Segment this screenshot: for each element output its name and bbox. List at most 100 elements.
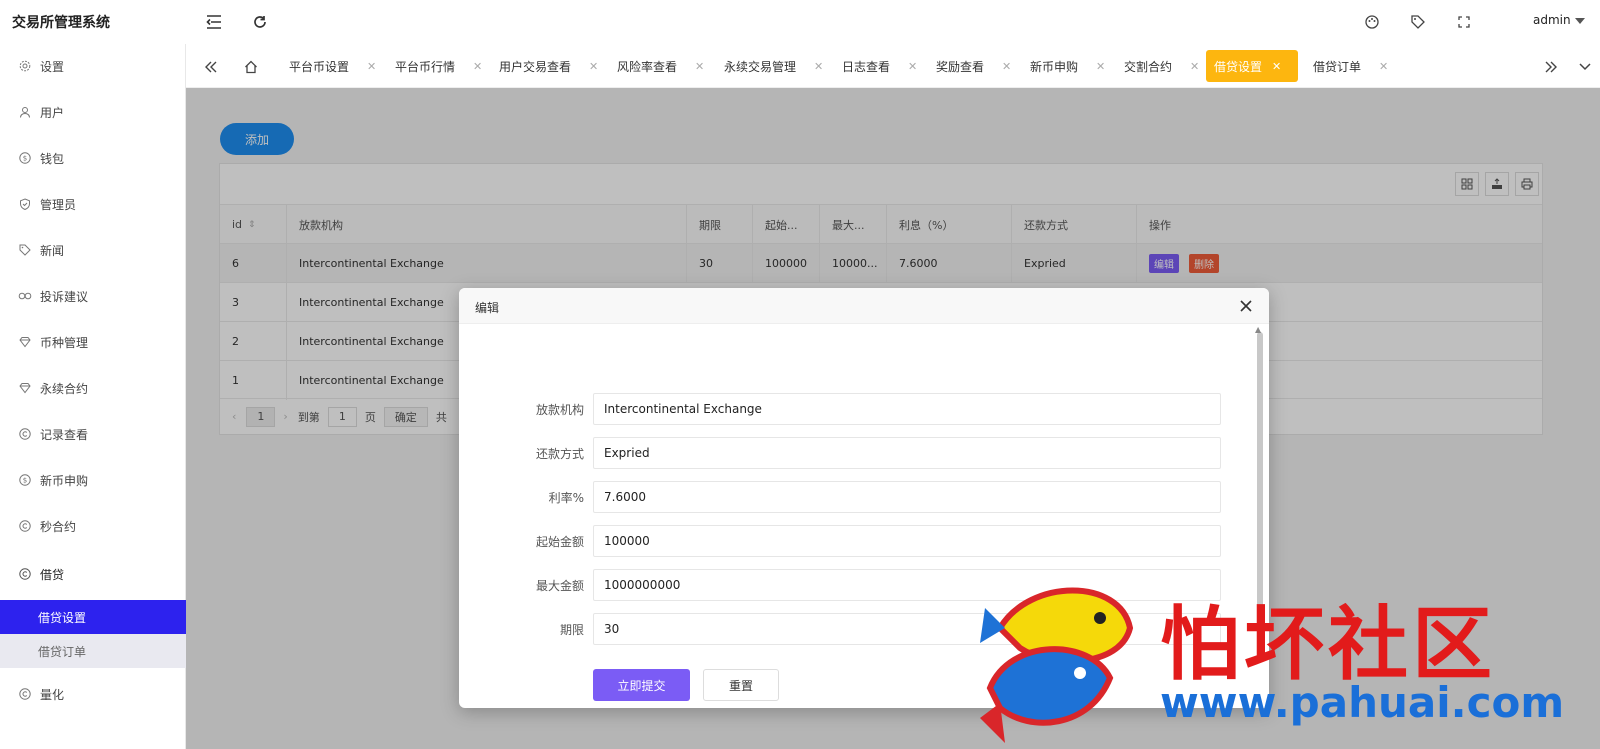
sidebar-item-label: 设置 [40, 59, 65, 74]
fullscreen-icon[interactable] [1454, 12, 1474, 32]
tab-label: 新币申购 [1030, 59, 1079, 74]
tag-icon[interactable] [1408, 12, 1428, 32]
tab-platform-coin-market[interactable]: 平台币行情 ✕ [395, 50, 482, 82]
sidebar-item-label: 投诉建议 [40, 289, 89, 304]
tab-delivery-contract[interactable]: 交割合约 ✕ [1124, 50, 1199, 82]
sidebar-sub-lending-settings[interactable]: 借贷设置 [0, 600, 186, 634]
close-icon[interactable]: ✕ [1379, 60, 1388, 73]
sidebar-item-second-contract[interactable]: 秒合约 [0, 506, 186, 546]
user-menu[interactable]: admin [1533, 13, 1585, 27]
sidebar-item-label: 用户 [40, 105, 65, 120]
tabs-menu-icon[interactable] [1576, 58, 1594, 76]
close-icon[interactable]: ✕ [908, 60, 917, 73]
sidebar-item-label: 新闻 [40, 243, 65, 258]
sidebar-item-complaints[interactable]: 投诉建议 [0, 276, 186, 316]
sidebar-item-label: 永续合约 [40, 381, 89, 396]
sidebar-item-admins[interactable]: 管理员 [0, 184, 186, 224]
tag-icon [18, 243, 32, 257]
tab-platform-coin-settings[interactable]: 平台币设置 ✕ [289, 50, 376, 82]
modal-header: 编辑 [459, 288, 1269, 324]
close-icon[interactable] [1237, 297, 1255, 315]
close-icon[interactable]: ✕ [1190, 60, 1199, 73]
tabs-scroll-left-icon[interactable] [202, 58, 220, 76]
sidebar-sub-lending-orders[interactable]: 借贷订单 [0, 634, 186, 668]
tab-label: 用户交易查看 [499, 59, 572, 74]
circle-c-icon [18, 567, 32, 581]
tab-label: 交割合约 [1124, 59, 1173, 74]
tab-user-trades[interactable]: 用户交易查看 ✕ [499, 50, 598, 82]
sidebar-item-label: 币种管理 [40, 335, 89, 350]
watermark: 怕坏社区 www.pahuai.com [970, 568, 1600, 749]
theme-palette-icon[interactable] [1362, 12, 1382, 32]
shield-icon [18, 197, 32, 211]
rate-field[interactable]: 7.6000 [593, 481, 1221, 513]
form-row-org: 放款机构 Intercontinental Exchange [459, 393, 1249, 425]
sidebar-item-label: 管理员 [40, 197, 77, 212]
field-label: 还款方式 [535, 447, 584, 461]
tab-rewards[interactable]: 奖励查看 ✕ [936, 50, 1011, 82]
sidebar-item-new-coin[interactable]: $ 新币申购 [0, 460, 186, 500]
tab-label: 永续交易管理 [724, 59, 797, 74]
start-amount-field[interactable]: 100000 [593, 525, 1221, 557]
refresh-icon[interactable] [250, 12, 270, 32]
watermark-fish-logo [980, 587, 1134, 743]
link-icon [18, 289, 32, 303]
sidebar-sub-label: 借贷订单 [38, 644, 87, 659]
tab-perpetual-trading[interactable]: 永续交易管理 ✕ [724, 50, 823, 82]
sidebar-item-perpetual[interactable]: 永续合约 [0, 368, 186, 408]
close-icon[interactable]: ✕ [1272, 60, 1281, 73]
svg-text:$: $ [23, 155, 27, 163]
form-row-start-amount: 起始金额 100000 [459, 525, 1249, 557]
repay-method-field[interactable]: Expried [593, 437, 1221, 469]
tab-logs[interactable]: 日志查看 ✕ [842, 50, 917, 82]
sidebar-item-wallet[interactable]: $ 钱包 [0, 138, 186, 178]
submit-button[interactable]: 立即提交 [593, 669, 690, 701]
close-icon[interactable]: ✕ [473, 60, 482, 73]
close-icon[interactable]: ✕ [1002, 60, 1011, 73]
close-icon[interactable]: ✕ [1096, 60, 1105, 73]
sidebar-item-label: 秒合约 [40, 519, 77, 534]
scroll-up-icon[interactable]: ▲ [1255, 325, 1261, 334]
form-row-rate: 利率% 7.6000 [459, 481, 1249, 513]
sidebar-item-news[interactable]: 新闻 [0, 230, 186, 270]
modal-title: 编辑 [475, 301, 500, 315]
tab-lending-settings[interactable]: 借贷设置 ✕ [1206, 50, 1298, 82]
sidebar-item-label: 钱包 [40, 151, 65, 166]
user-icon [18, 105, 32, 119]
sidebar-item-records[interactable]: 记录查看 [0, 414, 186, 454]
sidebar-item-currency[interactable]: 币种管理 [0, 322, 186, 362]
close-icon[interactable]: ✕ [367, 60, 376, 73]
username: admin [1533, 13, 1571, 27]
caret-down-icon [1574, 17, 1585, 24]
tab-risk-rate[interactable]: 风险率查看 ✕ [617, 50, 704, 82]
tab-label: 平台币设置 [289, 59, 350, 74]
field-label: 利率% [548, 491, 584, 505]
sidebar-item-quant[interactable]: 量化 [0, 674, 186, 714]
sidebar-item-settings[interactable]: 设置 [0, 46, 186, 86]
menu-collapse-icon[interactable] [204, 12, 224, 32]
tab-lending-orders[interactable]: 借贷订单 ✕ [1313, 50, 1388, 82]
reset-button[interactable]: 重置 [703, 669, 779, 701]
form-row-repay: 还款方式 Expried [459, 437, 1249, 469]
sidebar-item-label: 记录查看 [40, 427, 89, 442]
sidebar-item-label: 新币申购 [40, 473, 89, 488]
sidebar: 设置 用户 $ 钱包 管理员 新闻 投诉建议 币种管理 永续合约 记录查看 $ … [0, 44, 186, 749]
close-icon[interactable]: ✕ [589, 60, 598, 73]
field-label: 放款机构 [535, 403, 584, 417]
tabs-scroll-right-icon[interactable] [1542, 58, 1560, 76]
dollar-icon: $ [18, 473, 32, 487]
top-header: 交易所管理系统 admin [0, 0, 1600, 44]
close-icon[interactable]: ✕ [814, 60, 823, 73]
sidebar-item-lending[interactable]: 借贷 [0, 554, 186, 594]
tab-new-coin[interactable]: 新币申购 ✕ [1030, 50, 1105, 82]
svg-text:$: $ [23, 477, 27, 485]
watermark-url: www.pahuai.com [1160, 678, 1565, 727]
field-label: 起始金额 [535, 535, 584, 549]
sidebar-item-users[interactable]: 用户 [0, 92, 186, 132]
home-icon[interactable] [242, 58, 260, 76]
dollar-icon: $ [18, 151, 32, 165]
org-field[interactable]: Intercontinental Exchange [593, 393, 1221, 425]
close-icon[interactable]: ✕ [695, 60, 704, 73]
field-label: 最大金额 [535, 579, 584, 593]
circle-c-icon [18, 687, 32, 701]
